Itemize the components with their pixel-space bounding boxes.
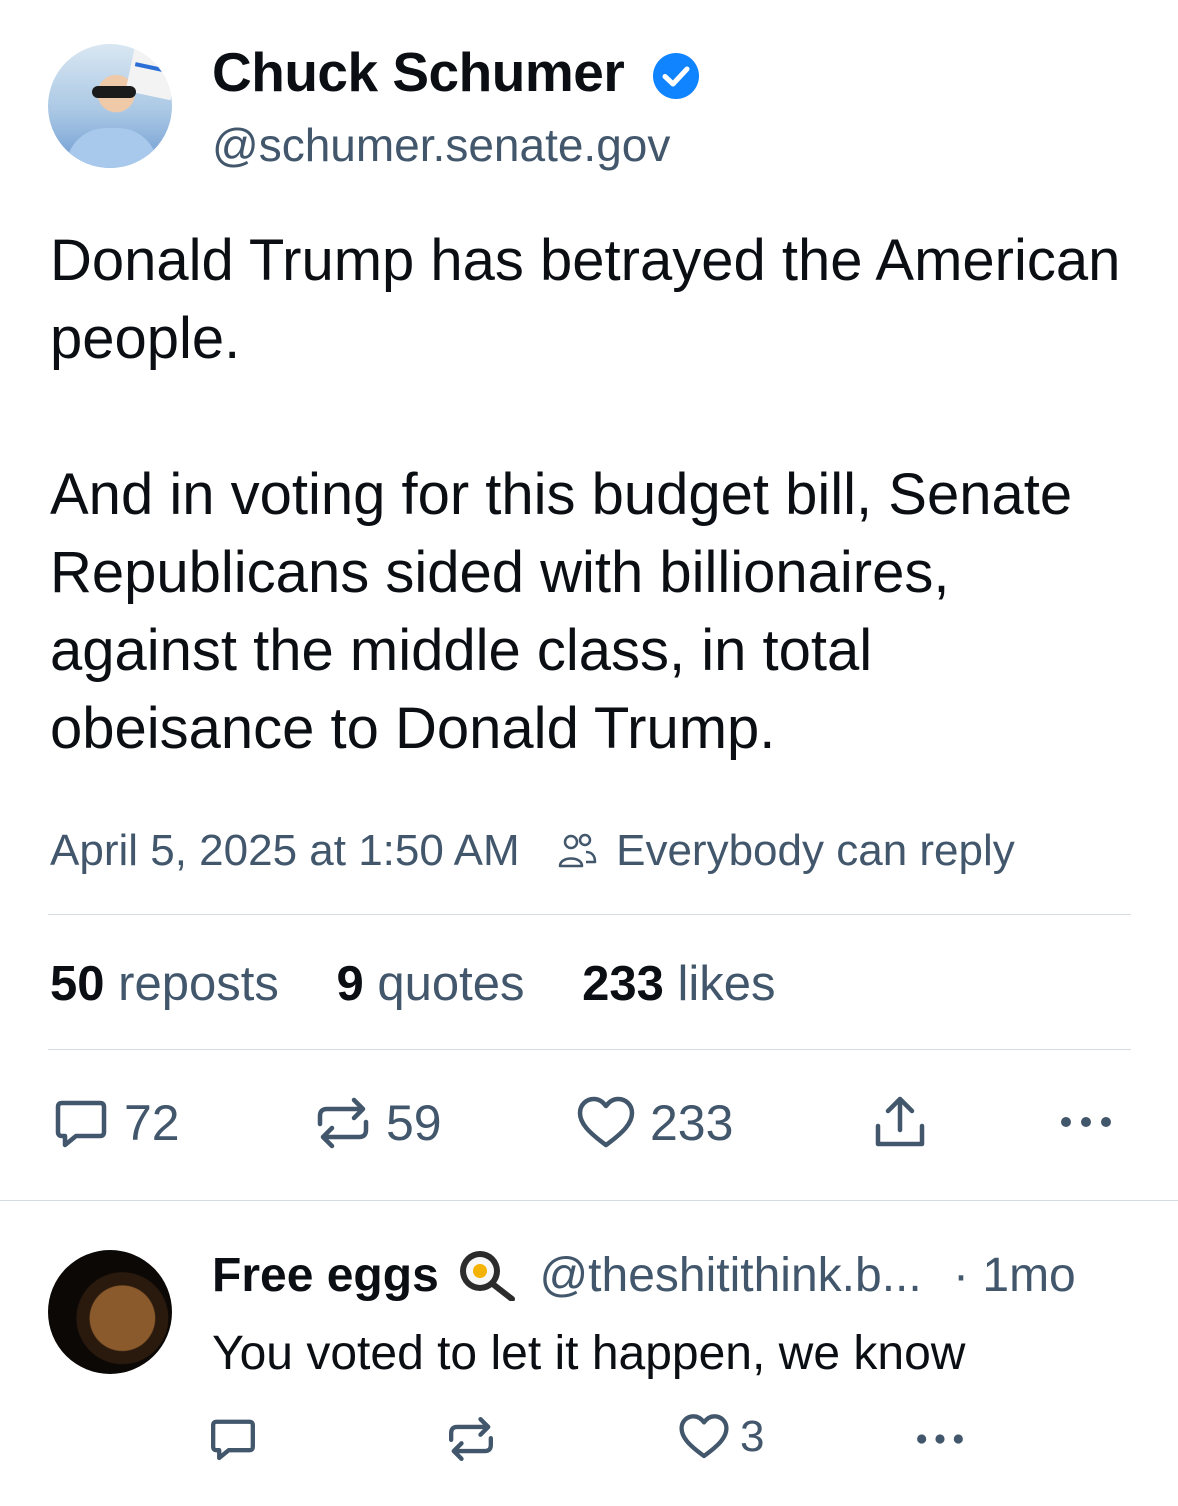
quotes-label: quotes (377, 957, 525, 1011)
quotes-count: 9 (336, 957, 364, 1011)
share-button[interactable] (872, 1094, 928, 1152)
reply-reply-button[interactable] (208, 1414, 258, 1464)
verified-badge-icon (653, 53, 699, 99)
avatar-shirt (66, 128, 158, 168)
reply-author-handle[interactable]: @theshitithink.b... (539, 1249, 921, 1302)
share-icon (875, 1096, 925, 1147)
likes-label: likes (677, 957, 776, 1011)
post-meta: April 5, 2025 at 1:50 AM Everybody can r… (50, 826, 1015, 876)
reply-button[interactable]: 72 (52, 1094, 180, 1152)
reply-like-count: 3 (740, 1412, 765, 1461)
heart-icon (679, 1414, 729, 1459)
reposts-label: reposts (118, 957, 279, 1011)
reply-repost-button[interactable] (444, 1414, 498, 1464)
reply-setting: Everybody can reply (616, 826, 1015, 875)
divider (48, 914, 1131, 915)
thread-divider (0, 1200, 1178, 1201)
avatar-sunglasses (92, 86, 136, 98)
reply-time[interactable]: · 1mo (953, 1249, 1076, 1302)
reply-icon (55, 1100, 107, 1148)
more-dots-icon (917, 1434, 963, 1444)
reply-count: 72 (124, 1095, 180, 1151)
reply-author-name[interactable]: Free eggs (212, 1249, 439, 1302)
reply-more-options-button[interactable] (914, 1428, 966, 1450)
more-dots-icon (1061, 1117, 1111, 1127)
reposts-count: 50 (50, 957, 105, 1011)
like-button[interactable]: 233 (576, 1094, 733, 1152)
post-stats: 50 reposts 9 quotes 233 likes (50, 956, 820, 1012)
divider (48, 1049, 1131, 1050)
post-paragraph: And in voting for this budget bill, Sena… (50, 462, 1073, 761)
frying-pan-egg-icon (460, 1251, 516, 1301)
reply-header: Free eggs @theshitithink.b... · 1mo (212, 1248, 1076, 1303)
author-handle[interactable]: @schumer.senate.gov (212, 118, 670, 172)
repost-count: 59 (386, 1095, 442, 1151)
reposts-stat[interactable]: 50 reposts (50, 957, 279, 1011)
post-text: Donald Trump has betrayed the American p… (50, 222, 1140, 768)
likes-stat[interactable]: 233 likes (582, 957, 775, 1011)
likes-count: 233 (582, 957, 664, 1011)
author-display-name[interactable]: Chuck Schumer (212, 40, 625, 104)
reply-icon (211, 1419, 255, 1461)
heart-icon (577, 1096, 635, 1148)
quotes-stat[interactable]: 9 quotes (336, 957, 524, 1011)
repost-button[interactable]: 59 (312, 1094, 442, 1152)
reply-author-avatar[interactable] (48, 1250, 172, 1374)
reply-like-button[interactable]: 3 (678, 1412, 764, 1462)
reply-text: You voted to let it happen, we know (212, 1327, 966, 1380)
author-avatar[interactable] (48, 44, 172, 168)
post-paragraph: Donald Trump has betrayed the American p… (50, 228, 1121, 371)
repost-icon (449, 1417, 493, 1461)
more-options-button[interactable] (1058, 1110, 1114, 1134)
repost-icon (317, 1097, 369, 1149)
post-timestamp[interactable]: April 5, 2025 at 1:50 AM (50, 826, 520, 875)
people-icon (558, 833, 597, 868)
like-count: 233 (650, 1095, 734, 1151)
